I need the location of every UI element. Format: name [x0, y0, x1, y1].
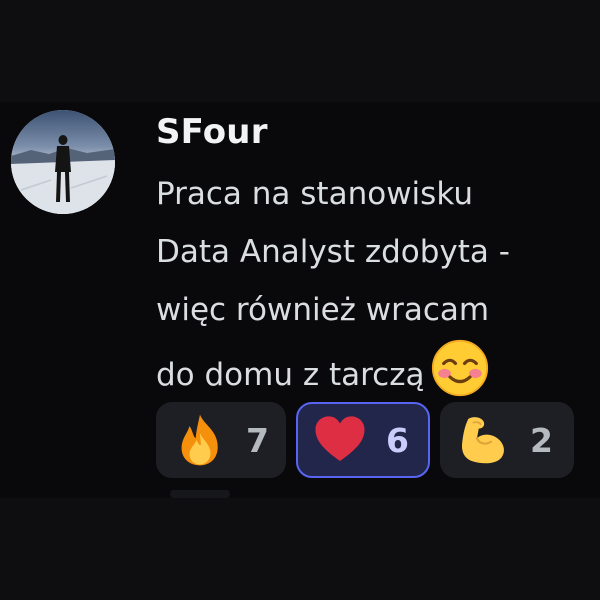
- message-line-text: do domu z tarczą: [156, 357, 425, 393]
- avatar[interactable]: [11, 110, 115, 214]
- message-line: Data Analyst zdobyta -: [156, 234, 510, 270]
- chat-canvas: SFour Praca na stanowisku Data Analyst z…: [0, 0, 600, 600]
- flexed-biceps-icon: [461, 417, 504, 464]
- reaction-fire[interactable]: 7: [156, 402, 286, 478]
- reaction-count: 2: [530, 420, 553, 460]
- message-text: Praca na stanowisku Data Analyst zdobyta…: [156, 165, 586, 404]
- fire-icon: [181, 414, 218, 466]
- avatar-image: [11, 110, 115, 214]
- cutoff-element: [170, 490, 230, 498]
- reaction-count: 7: [246, 420, 269, 460]
- message-line: Praca na stanowisku: [156, 176, 473, 212]
- reactions-bar: 7 6 2: [156, 402, 574, 478]
- message-line: więc również wracam: [156, 292, 490, 328]
- smiling-face-with-blush-emoji: [431, 339, 488, 397]
- reaction-flexed-biceps[interactable]: 2: [440, 402, 574, 478]
- heart-icon: [315, 416, 365, 461]
- author-username[interactable]: SFour: [156, 112, 268, 152]
- reaction-count: 6: [386, 420, 409, 460]
- message-line-last: do domu z tarczą: [156, 339, 586, 404]
- reaction-heart[interactable]: 6: [296, 402, 430, 478]
